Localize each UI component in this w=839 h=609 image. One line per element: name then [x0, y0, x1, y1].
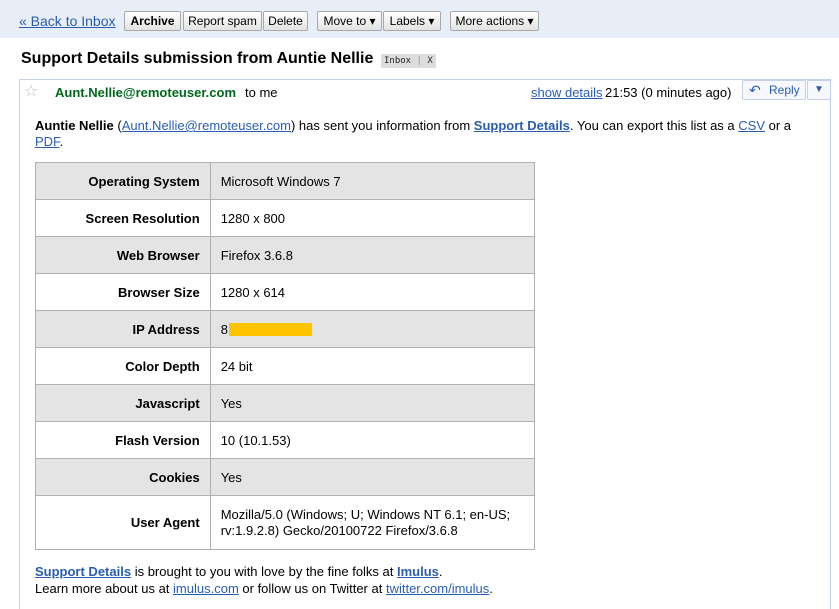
archive-button[interactable]: Archive — [124, 11, 181, 31]
csv-export-link[interactable]: CSV — [738, 118, 765, 133]
detail-value: 10 (10.1.53) — [209, 421, 536, 459]
reply-button[interactable]: ↶ Reply — [742, 80, 806, 100]
submitter-email-link[interactable]: Aunt.Nellie@remoteuser.com — [122, 118, 291, 133]
footer-text: Support Details is brought to you with l… — [35, 563, 493, 597]
imulus-site-link[interactable]: imulus.com — [173, 581, 239, 596]
footer-line-text: Learn more about us at — [35, 581, 174, 596]
detail-value: 1280 x 800 — [209, 199, 536, 237]
footer-line-text: . — [489, 581, 493, 596]
back-to-inbox-link[interactable]: « Back to Inbox — [19, 13, 116, 29]
table-row: Color Depth 24 bit — [35, 347, 536, 385]
detail-key: Color Depth — [35, 347, 211, 385]
support-details-link[interactable]: Support Details — [474, 118, 570, 133]
detail-key: Screen Resolution — [35, 199, 211, 237]
detail-value: Firefox 3.6.8 — [209, 236, 536, 274]
reply-arrow-icon: ↶ — [749, 82, 761, 98]
support-details-footer-link[interactable]: Support Details — [35, 564, 131, 579]
move-to-button[interactable]: Move to ▾ — [317, 11, 382, 31]
message-header: ☆ Aunt.Nellie@remoteuser.com to me show … — [20, 80, 831, 104]
detail-key: Operating System — [35, 162, 211, 200]
footer-line-text: or follow us on Twitter at — [238, 581, 386, 596]
details-table: Operating System Microsoft Windows 7 Scr… — [35, 162, 536, 550]
table-row: IP Address 8 — [35, 310, 536, 348]
inbox-label-chip: Inbox | X — [381, 54, 436, 68]
detail-value: Yes — [209, 458, 536, 496]
chevron-down-icon: ▼ — [814, 84, 824, 95]
detail-key: Browser Size — [35, 273, 211, 311]
footer-line-text: is brought to you with love by the fine … — [131, 564, 398, 579]
detail-key: Cookies — [35, 458, 211, 496]
detail-key: User Agent — [35, 495, 211, 550]
intro-paragraph: Auntie Nellie (Aunt.Nellie@remoteuser.co… — [35, 118, 815, 150]
twitter-link[interactable]: twitter.com/imulus — [386, 581, 489, 596]
recipient-text: to me — [245, 85, 278, 100]
detail-key: Javascript — [35, 384, 211, 422]
imulus-link[interactable]: Imulus — [397, 564, 439, 579]
intro-text: . You can export this list as a — [569, 118, 739, 133]
footer-line-text: . — [438, 564, 443, 579]
pdf-export-link[interactable]: PDF — [35, 134, 60, 149]
star-icon[interactable]: ☆ — [24, 81, 38, 101]
detail-value: Mozilla/5.0 (Windows; U; Windows NT 6.1;… — [209, 495, 536, 550]
message-time: 21:53 (0 minutes ago) — [605, 85, 732, 100]
show-details-link[interactable]: show details — [531, 85, 603, 100]
table-row: Javascript Yes — [35, 384, 536, 422]
message-card: ☆ Aunt.Nellie@remoteuser.com to me show … — [19, 79, 831, 609]
more-reply-options-button[interactable]: ▼ — [807, 80, 831, 100]
intro-text: or a — [765, 118, 792, 133]
detail-value: Microsoft Windows 7 — [209, 162, 536, 200]
report-spam-button[interactable]: Report spam — [183, 11, 262, 31]
subject-title: Support Details submission from Auntie N… — [21, 50, 374, 67]
table-row: Screen Resolution 1280 x 800 — [35, 199, 536, 237]
reply-label: Reply — [769, 83, 800, 97]
sender-address[interactable]: Aunt.Nellie@remoteuser.com — [55, 85, 236, 100]
intro-text: . — [59, 134, 64, 149]
table-row: Web Browser Firefox 3.6.8 — [35, 236, 536, 274]
detail-value: 8 — [220, 321, 228, 337]
detail-value-cell: 8 — [209, 310, 536, 348]
toolbar: « Back to Inbox Archive Report spam Dele… — [0, 0, 839, 38]
detail-value: Yes — [209, 384, 536, 422]
detail-key: Flash Version — [35, 421, 211, 459]
detail-key: Web Browser — [35, 236, 211, 274]
inbox-label-text: Inbox — [384, 56, 412, 66]
detail-value: 1280 x 614 — [209, 273, 536, 311]
remove-label-button[interactable]: X — [427, 56, 432, 66]
more-actions-button[interactable]: More actions ▾ — [450, 11, 539, 31]
redaction-bar — [228, 322, 312, 336]
submitter-name: Auntie Nellie — [35, 118, 114, 133]
detail-key: IP Address — [35, 310, 211, 348]
table-row: Flash Version 10 (10.1.53) — [35, 421, 536, 459]
intro-text: ( — [113, 118, 122, 133]
labels-button[interactable]: Labels ▾ — [383, 11, 441, 31]
table-row: User Agent Mozilla/5.0 (Windows; U; Wind… — [35, 495, 536, 550]
table-row: Operating System Microsoft Windows 7 — [35, 162, 536, 200]
intro-text: ) has sent you information from — [290, 118, 474, 133]
delete-button[interactable]: Delete — [263, 11, 308, 31]
table-row: Browser Size 1280 x 614 — [35, 273, 536, 311]
detail-value: 24 bit — [209, 347, 536, 385]
table-row: Cookies Yes — [35, 458, 536, 496]
